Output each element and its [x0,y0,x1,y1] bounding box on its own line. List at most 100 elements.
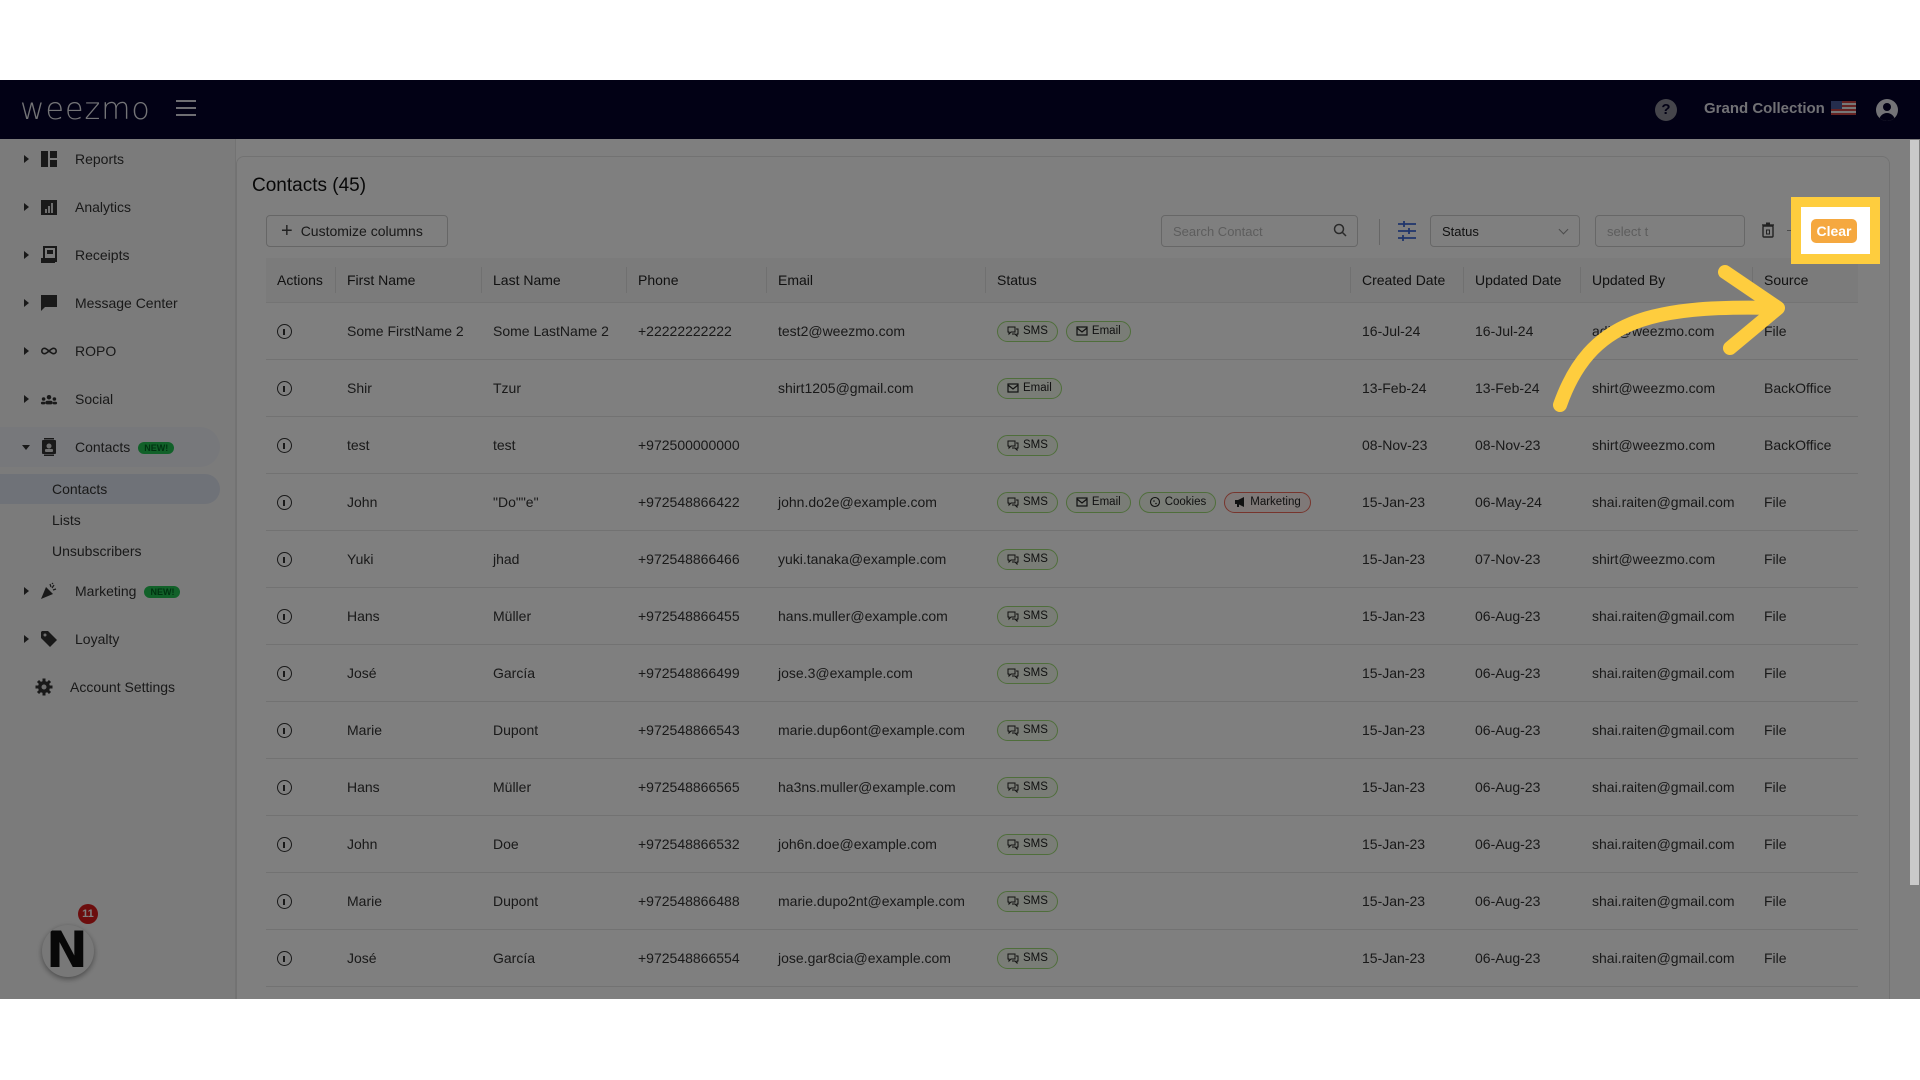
chat-bubbles-icon [1007,839,1019,850]
table-row[interactable]: John "Do""e" +972548866422 john.do2e@exampl… [266,474,1858,531]
status-pill-label: SMS [1023,724,1048,736]
table-row[interactable]: Yuki jhad +972548866466 yuki.tanaka@example… [266,531,1858,588]
user-circle-icon[interactable] [1876,99,1898,121]
clear-filter-button[interactable]: Clear [1811,219,1857,243]
cell-email: marie.dupo2nt@example.com [778,893,965,909]
status-pill-cookies: Cookies [1138,491,1217,513]
cell-actions [266,551,336,567]
cell-first-name: Yuki [347,551,374,567]
vertical-scrollbar[interactable] [1910,140,1919,885]
sidebar-subitem-lists[interactable]: Lists [0,505,220,535]
sidebar-item-contacts[interactable]: Contacts NEW! [0,427,220,467]
cell-updated-by: shai.raiten@gmail.com [1592,722,1735,738]
cell-first-name: John [347,494,378,510]
table-row[interactable]: Some FirstName 2 Some LastName 2 +22222222… [266,303,1858,360]
sidebar-subitem-contacts[interactable]: Contacts [0,474,220,504]
customize-columns-button[interactable]: + Customize columns [266,215,448,247]
cell-actions [266,950,336,966]
column-header-created-date[interactable]: Created Date [1351,267,1464,293]
status-pill-label: Email [1091,496,1121,508]
info-icon[interactable] [277,380,292,396]
table-row[interactable]: Marie Dupont +972548866543 marie.dup6ont@ex… [266,702,1858,759]
cell-actions [266,608,336,624]
info-icon[interactable] [277,437,292,453]
sidebar-subitem-unsubscribers[interactable]: Unsubscribers [0,536,220,566]
cell-phone: +972548866488 [638,893,740,909]
cell-last-name: Tzur [493,380,521,396]
cell-actions [266,380,336,396]
status-pill-label: Email [1023,382,1052,394]
sidebar-item-marketing[interactable]: Marketing NEW! [0,571,220,611]
column-header-source[interactable]: Source [1753,267,1858,293]
sidebar-item-account-settings[interactable]: Account Settings [0,667,220,707]
column-header-email[interactable]: Email [767,267,986,293]
cell-updated-date: 08-Nov-23 [1475,437,1541,453]
info-icon[interactable] [277,950,292,966]
cell-created-date: 16-Jul-24 [1362,323,1421,339]
infinity-icon [41,347,57,355]
sidebar-item-reports[interactable]: Reports [0,139,220,179]
column-header-updated-date[interactable]: Updated Date [1464,267,1581,293]
cell-status: SMS [986,890,1351,912]
search-icon[interactable] [1333,223,1347,237]
weezmo-logo[interactable]: weezmo [20,92,151,127]
status-pill-label: SMS [1023,325,1048,337]
chat-bubbles-icon [1007,554,1019,565]
table-header: Actions First Name Last Name Phone Email… [266,258,1858,303]
us-flag-icon[interactable] [1831,101,1856,115]
table-row[interactable]: Hans Müller +972548866455 hans.muller@examp… [266,588,1858,645]
sidebar-item-label: Analytics [75,199,132,215]
cell-email: marie.dup6ont@example.com [778,722,965,738]
sidebar-item-analytics[interactable]: Analytics [0,187,220,227]
info-icon[interactable] [277,836,292,852]
sidebar-item-message-center[interactable]: Message Center [0,283,220,323]
info-icon[interactable] [277,323,292,339]
column-header-actions[interactable]: Actions [266,267,336,293]
info-icon[interactable] [277,779,292,795]
sidebar-item-receipts[interactable]: Receipts [0,235,220,275]
info-icon[interactable] [277,551,292,567]
info-icon[interactable] [277,608,292,624]
info-icon[interactable] [277,722,292,738]
info-icon[interactable] [277,665,292,681]
column-header-phone[interactable]: Phone [627,267,767,293]
info-icon[interactable] [277,494,292,510]
table-row[interactable]: Marie Dupont +972548866488 marie.dupo2nt@ex… [266,873,1858,930]
info-icon[interactable] [277,893,292,909]
envelope-icon [1076,326,1088,336]
message-bubble-icon [41,295,57,311]
table-row[interactable]: José García +972548866554 jose.gar8cia@exam… [266,930,1858,987]
table-row[interactable]: Hans Müller +972548866565 ha3ns.muller@exam… [266,759,1858,816]
filter-sliders-icon[interactable] [1397,220,1417,242]
status-pill-sms: SMS [997,662,1058,684]
avatar[interactable]: N [42,925,94,977]
status-pill-sms: SMS [997,890,1058,912]
cell-source: File [1764,722,1787,738]
status-pill-sms: SMS [997,947,1058,969]
sidebar-item-loyalty[interactable]: Loyalty [0,619,220,659]
column-header-status[interactable]: Status [986,267,1351,293]
status-pill-label: SMS [1023,496,1048,508]
search-contact-input[interactable] [1161,215,1358,247]
question-circle-icon[interactable]: ? [1655,99,1677,121]
table-row[interactable]: John Doe +972548866532 joh6n.doe@example.co… [266,816,1858,873]
value-filter-select[interactable]: select t [1595,215,1745,247]
new-badge: NEW! [138,442,175,455]
trash-icon[interactable] [1761,222,1775,238]
sidebar-item-ropo[interactable]: ROPO [0,331,220,371]
cell-first-name: Shir [347,380,372,396]
table-row[interactable]: Shir Tzur shirt1205@gmail.com Email 13-Feb-2… [266,360,1858,417]
sidebar-item-social[interactable]: Social [0,379,220,419]
status-filter-select[interactable]: Status [1430,215,1580,247]
table-row[interactable]: José García +972548866499 jose.3@example.co… [266,645,1858,702]
cell-actions [266,323,336,339]
cookie-icon [1149,496,1160,508]
column-header-last-name[interactable]: Last Name [482,267,627,293]
column-header-updated-by[interactable]: Updated By [1581,267,1753,293]
hamburger-menu-icon[interactable] [176,100,196,116]
table-row[interactable]: test test +972500000000 SMS 08-Nov-23 08-Nov-… [266,417,1858,474]
column-header-first-name[interactable]: First Name [336,267,482,293]
cell-created-date: 15-Jan-23 [1362,779,1426,795]
cell-source: File [1764,779,1787,795]
store-name[interactable]: Grand Collection [1704,100,1825,117]
